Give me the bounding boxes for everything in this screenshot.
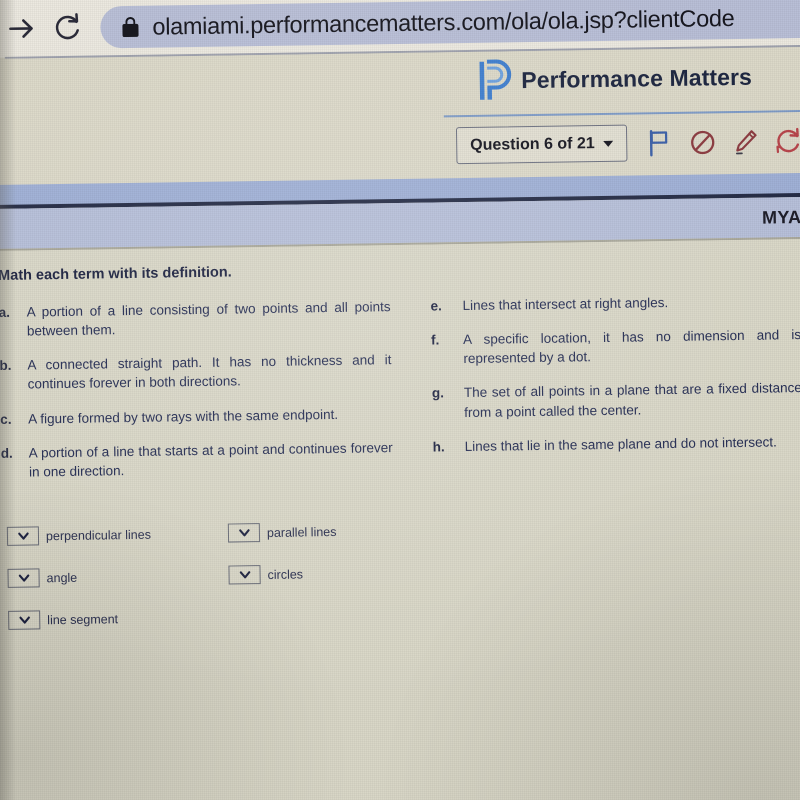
definition-letter: c. — [0, 411, 12, 427]
question-toolbar: Question 6 of 21 — [455, 122, 800, 165]
brand: Performance Matters — [478, 56, 752, 102]
reset-question-icon[interactable] — [775, 126, 800, 154]
definition-item: a. A portion of a line consisting of two… — [0, 297, 391, 341]
answer-cell: parallel lines — [227, 522, 337, 543]
answer-dropdown-circles[interactable] — [228, 565, 261, 585]
brand-name: Performance Matters — [521, 63, 753, 93]
chevron-down-icon — [18, 616, 30, 624]
answer-dropdown-line-segment[interactable] — [8, 610, 41, 630]
question-selector-label: Question 6 of 21 — [470, 134, 595, 154]
answer-label: circles — [267, 566, 304, 582]
definition-letter: g. — [431, 385, 445, 401]
definition-text: A specific location, it has no dimension… — [463, 327, 800, 367]
definition-item: b. A connected straight path. It has no … — [0, 350, 392, 394]
answer-label: angle — [46, 570, 78, 585]
arrow-right-icon[interactable] — [4, 11, 39, 46]
question-prompt: Math each term with its definition. — [0, 264, 232, 284]
definition-letter: e. — [430, 298, 442, 314]
answer-cell: line segment — [8, 609, 118, 630]
performance-matters-p-logo — [478, 59, 513, 101]
definitions-area: a. A portion of a line consisting of two… — [0, 291, 800, 497]
url-text: olamiami.performancematters.com/ola/ola.… — [152, 4, 735, 40]
chevron-down-icon — [238, 529, 250, 537]
definition-item: g. The set of all points in a plane that… — [432, 379, 800, 423]
definition-text: A connected straight path. It has no thi… — [27, 352, 392, 392]
chevron-down-icon — [18, 574, 29, 582]
definition-text: The set of all points in a plane that ar… — [463, 380, 800, 420]
definition-letter: d. — [0, 445, 13, 461]
definition-letter: h. — [432, 439, 445, 455]
flag-question-icon[interactable] — [646, 128, 673, 156]
padlock-icon — [122, 16, 139, 38]
address-bar[interactable]: olamiami.performancematters.com/ola/ola.… — [100, 0, 800, 49]
answer-label: parallel lines — [266, 524, 337, 540]
definition-letter: a. — [0, 304, 11, 320]
app-header: Performance Matters Question 6 of 21 — [0, 46, 800, 186]
question-tools — [646, 126, 800, 156]
definition-text: A portion of a line consisting of two po… — [26, 299, 391, 339]
definitions-column-right: e. Lines that intersect at right angles.… — [414, 291, 800, 491]
header-divider — [443, 109, 800, 118]
chevron-down-icon — [603, 140, 614, 147]
answer-dropdown-perpendicular-lines[interactable] — [6, 526, 40, 546]
chevron-down-icon — [239, 571, 250, 579]
definition-text: A portion of a line that starts at a poi… — [28, 439, 393, 480]
answer-cell: perpendicular lines — [6, 525, 152, 546]
reload-icon[interactable] — [52, 13, 82, 43]
definition-text: Lines that lie in the same plane and do … — [464, 434, 777, 454]
highlighter-pencil-icon[interactable] — [732, 127, 759, 155]
answer-dropdown-angle[interactable] — [7, 568, 40, 588]
definition-text: Lines that intersect at right angles. — [462, 295, 669, 314]
definition-item: e. Lines that intersect at right angles. — [430, 291, 800, 316]
definition-item: c. A figure formed by two rays with the … — [0, 404, 392, 429]
question-body: Math each term with its definition. a. A… — [0, 238, 800, 800]
definition-letter: b. — [0, 358, 12, 374]
user-name-label: MYA — [761, 206, 800, 228]
answer-label: perpendicular lines — [45, 527, 152, 543]
answer-label: line segment — [47, 611, 119, 627]
eliminate-choice-icon[interactable] — [689, 128, 716, 156]
definition-text: A figure formed by two rays with the sam… — [28, 406, 339, 427]
answer-cell: circles — [228, 564, 304, 585]
definition-item: h. Lines that lie in the same plane and … — [433, 432, 800, 457]
definition-letter: f. — [431, 332, 440, 348]
answer-cell: angle — [7, 568, 77, 588]
definitions-column-left: a. A portion of a line consisting of two… — [0, 297, 417, 497]
chevron-down-icon — [17, 532, 29, 540]
definition-item: d. A portion of a line that starts at a … — [1, 438, 394, 482]
answer-dropdown-parallel-lines[interactable] — [227, 523, 261, 543]
question-selector[interactable]: Question 6 of 21 — [455, 124, 628, 165]
answer-dropdowns: perpendicular lines parallel lines angle… — [0, 515, 800, 653]
screen-photo: olamiami.performancematters.com/ola/ola.… — [0, 0, 800, 800]
definition-item: f. A specific location, it has no dimens… — [431, 325, 800, 369]
